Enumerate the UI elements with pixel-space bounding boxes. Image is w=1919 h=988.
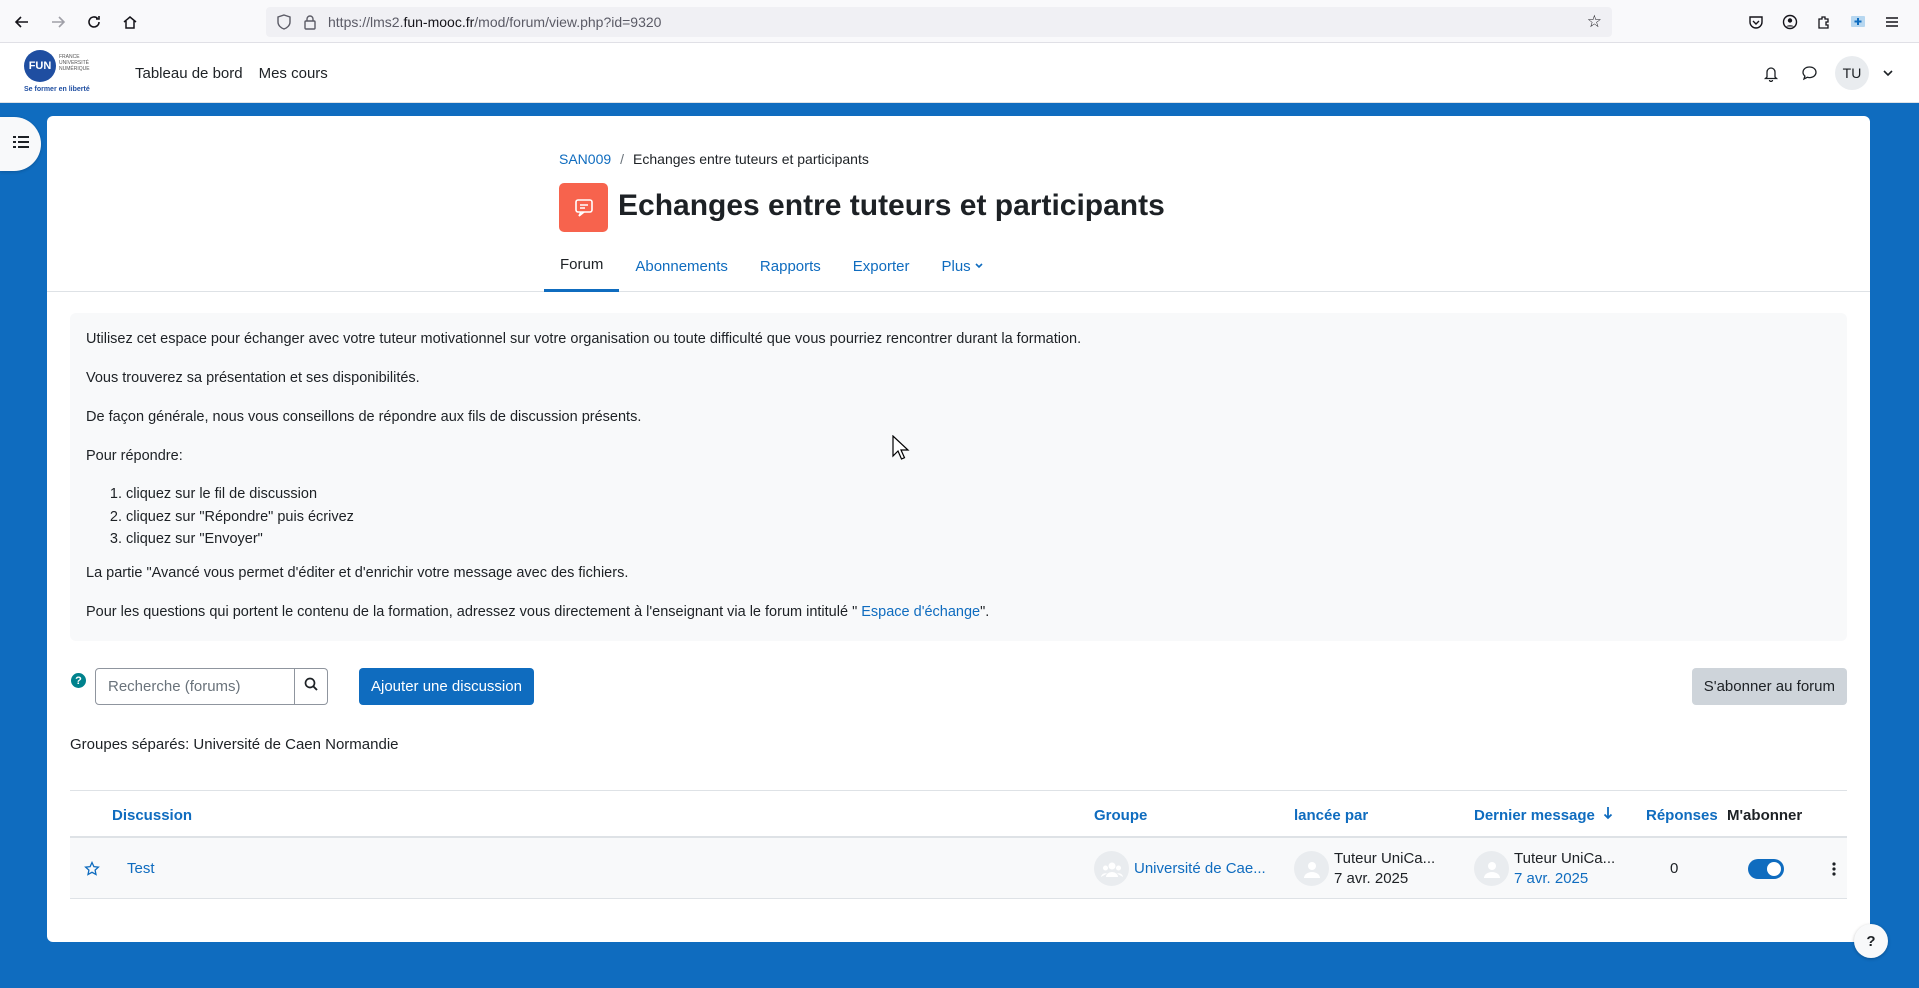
sort-down-icon <box>1603 806 1613 824</box>
tab-subscriptions[interactable]: Abonnements <box>619 240 744 292</box>
tab-export[interactable]: Exporter <box>837 240 926 292</box>
breadcrumb: SAN009 / Echanges entre tuteurs et parti… <box>559 151 869 167</box>
course-index-toggle[interactable] <box>0 117 41 171</box>
logo-mark: FUN <box>24 50 56 82</box>
tab-more-label: Plus <box>941 257 971 275</box>
replies-count[interactable]: 0 <box>1670 838 1678 899</box>
author-name[interactable]: Tuteur UniCa... <box>1334 849 1435 869</box>
kebab-menu-icon[interactable] <box>1832 838 1836 899</box>
author-date: 7 avr. 2025 <box>1334 869 1409 887</box>
table-row[interactable]: Test Université de Cae... Tuteur UniCa..… <box>70 838 1847 899</box>
intro-steps: cliquez sur le fil de discussion cliquez… <box>126 483 1831 551</box>
footer-help-button[interactable]: ? <box>1854 924 1888 958</box>
help-icon[interactable]: ? <box>71 673 86 688</box>
reload-icon[interactable] <box>79 7 109 37</box>
star-icon[interactable] <box>84 838 100 899</box>
search-button[interactable] <box>295 668 328 705</box>
main-content: SAN009 / Echanges entre tuteurs et parti… <box>47 116 1870 942</box>
logo-small-text: FRANCE UNIVERSITÉ NUMÉRIQUE <box>59 54 90 72</box>
intro-paragraph: Vous trouverez sa présentation et ses di… <box>86 370 420 386</box>
intro-paragraph: De façon générale, nous vous conseillons… <box>86 409 642 425</box>
browser-toolbar: https://lms2.fun-mooc.fr/mod/forum/view.… <box>0 0 1919 43</box>
account-icon[interactable] <box>1775 7 1805 37</box>
header-last-post[interactable]: Dernier message <box>1474 791 1613 839</box>
user-avatar[interactable]: TU <box>1835 56 1869 90</box>
extensions-icon[interactable] <box>1809 7 1839 37</box>
intro-step: cliquez sur "Envoyer" <box>126 528 1831 551</box>
user-navigation: TU <box>1759 43 1893 103</box>
subscribe-toggle[interactable] <box>1748 858 1784 879</box>
discussion-title-link[interactable]: Test <box>127 860 155 877</box>
nav-item-dashboard[interactable]: Tableau de bord <box>135 65 243 82</box>
groups-label: Groupes séparés: Université de Caen Norm… <box>70 736 399 753</box>
pocket-icon[interactable] <box>1741 7 1771 37</box>
last-post-date-link[interactable]: 7 avr. 2025 <box>1514 869 1615 889</box>
tab-more[interactable]: Plus <box>926 240 999 292</box>
menu-icon[interactable] <box>1877 7 1907 37</box>
espace-echange-link[interactable]: Espace d'échange <box>861 604 980 620</box>
site-navbar: FUN FRANCE UNIVERSITÉ NUMÉRIQUE Se forme… <box>0 43 1919 103</box>
header-replies[interactable]: Réponses <box>1646 791 1718 839</box>
url-text: https://lms2.fun-mooc.fr/mod/forum/view.… <box>328 14 662 30</box>
intro-paragraph: Pour répondre: <box>86 448 183 464</box>
intro-text: ". <box>980 603 990 620</box>
lock-icon[interactable] <box>302 14 318 33</box>
discussion-table: Discussion Groupe lancée par Dernier mes… <box>70 790 1847 899</box>
tab-forum[interactable]: Forum <box>544 240 620 292</box>
forum-intro: Utilisez cet espace pour échanger avec v… <box>70 313 1847 641</box>
browser-extension-icons <box>1741 7 1907 37</box>
header-started-by[interactable]: lancée par <box>1294 791 1368 839</box>
back-icon[interactable] <box>7 7 37 37</box>
primary-navigation: Tableau de bord Mes cours <box>135 43 328 103</box>
breadcrumb-separator: / <box>620 151 625 167</box>
extension-plus-icon[interactable] <box>1843 7 1873 37</box>
intro-paragraph: Pour les questions qui portent le conten… <box>86 604 1831 626</box>
forum-icon <box>559 183 608 232</box>
home-icon[interactable] <box>115 7 145 37</box>
search-icon <box>304 677 318 696</box>
bell-icon[interactable] <box>1759 61 1783 85</box>
subscribe-forum-button[interactable]: S'abonner au forum <box>1691 668 1847 705</box>
header-discussion[interactable]: Discussion <box>112 791 192 839</box>
site-logo[interactable]: FUN FRANCE UNIVERSITÉ NUMÉRIQUE Se forme… <box>24 50 98 96</box>
forum-search <box>95 668 328 705</box>
secondary-navigation: Forum Abonnements Rapports Exporter Plus <box>47 240 1870 292</box>
logo-tagline: Se former en liberté <box>24 86 90 93</box>
search-input[interactable] <box>95 668 295 705</box>
group-icon <box>1094 851 1129 886</box>
add-discussion-button[interactable]: Ajouter une discussion <box>359 668 534 705</box>
chevron-down-icon[interactable] <box>1883 61 1893 85</box>
nav-item-my-courses[interactable]: Mes cours <box>259 65 328 82</box>
list-icon <box>12 135 29 154</box>
chevron-down-icon <box>975 261 983 272</box>
group-link[interactable]: Université de Cae... <box>1134 860 1266 877</box>
forward-icon[interactable] <box>43 7 73 37</box>
header-last-post-label: Dernier message <box>1474 806 1595 824</box>
page-title: Echanges entre tuteurs et participants <box>618 189 1165 222</box>
tab-reports[interactable]: Rapports <box>744 240 837 292</box>
messages-icon[interactable] <box>1797 61 1821 85</box>
url-bar[interactable]: https://lms2.fun-mooc.fr/mod/forum/view.… <box>266 7 1612 37</box>
bookmark-star-icon[interactable]: ☆ <box>1587 12 1602 32</box>
last-post-author[interactable]: Tuteur UniCa... <box>1514 849 1615 869</box>
intro-step: cliquez sur "Répondre" puis écrivez <box>126 506 1831 529</box>
mouse-cursor-icon <box>892 434 910 466</box>
intro-text: Pour les questions qui portent le conten… <box>86 603 862 620</box>
intro-step: cliquez sur le fil de discussion <box>126 483 1831 506</box>
breadcrumb-current: Echanges entre tuteurs et participants <box>633 151 869 167</box>
header-subscribe: M'abonner <box>1727 806 1803 824</box>
table-header: Discussion Groupe lancée par Dernier mes… <box>70 790 1847 838</box>
intro-paragraph: La partie "Avancé vous permet d'éditer e… <box>86 564 629 581</box>
user-avatar-icon <box>1474 851 1509 886</box>
user-avatar-icon <box>1294 851 1329 886</box>
breadcrumb-course-link[interactable]: SAN009 <box>559 151 611 167</box>
intro-paragraph: Utilisez cet espace pour échanger avec v… <box>86 331 1082 347</box>
header-group[interactable]: Groupe <box>1094 791 1147 839</box>
shield-icon[interactable] <box>276 14 292 33</box>
